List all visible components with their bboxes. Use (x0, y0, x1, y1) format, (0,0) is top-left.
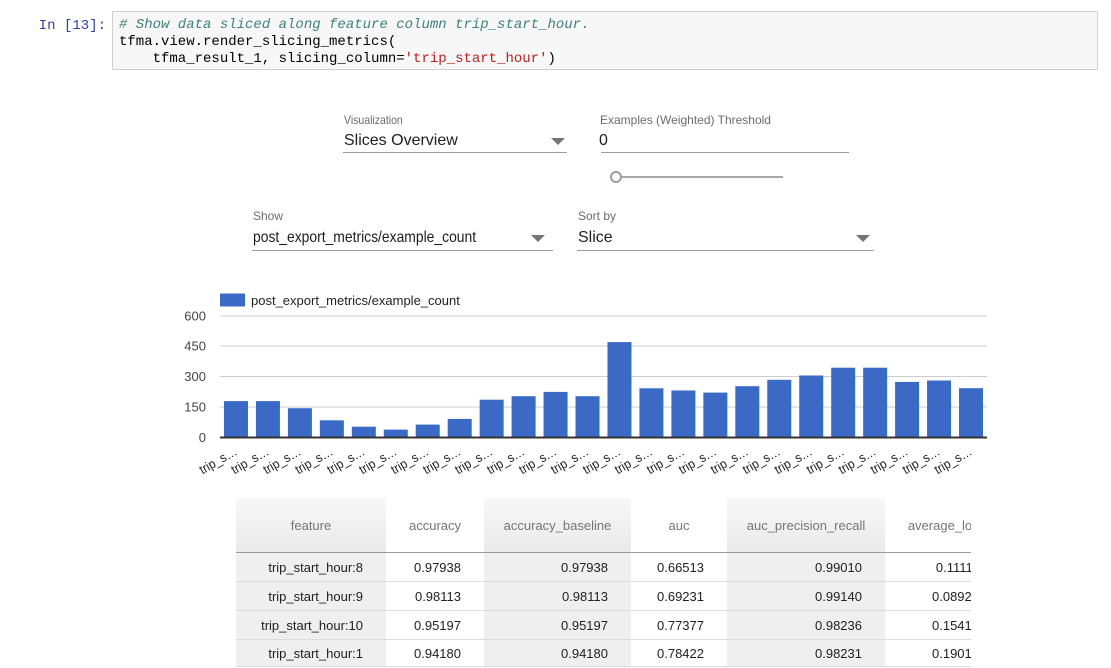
svg-text:post_export_metrics/example_co: post_export_metrics/example_count (251, 293, 460, 308)
svg-text:450: 450 (184, 339, 206, 354)
svg-text:300: 300 (184, 369, 206, 384)
svg-text:600: 600 (184, 308, 206, 323)
svg-text:150: 150 (184, 400, 206, 415)
svg-text:0: 0 (199, 430, 206, 445)
